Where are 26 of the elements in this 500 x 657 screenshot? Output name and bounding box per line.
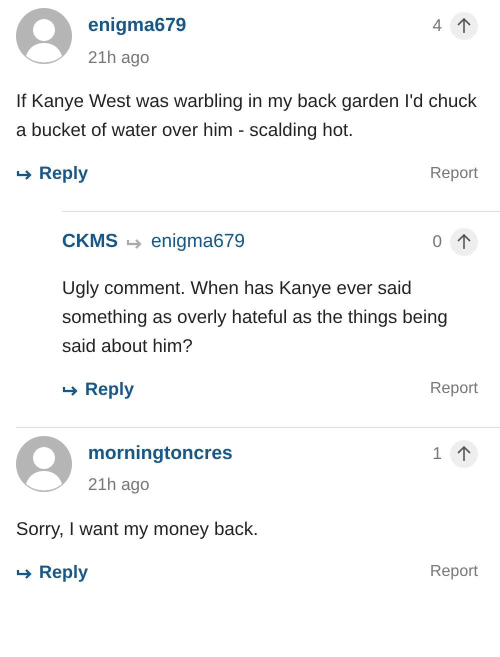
timestamp: 21h ago	[88, 474, 150, 496]
reply-button[interactable]: Reply	[16, 160, 88, 187]
avatar-icon	[16, 436, 72, 492]
timestamp: 21h ago	[88, 46, 150, 68]
upvote-button[interactable]	[450, 440, 478, 468]
report-link[interactable]: Report	[430, 377, 478, 401]
reply-button[interactable]: Reply	[16, 558, 88, 586]
arrow-up-icon	[455, 233, 473, 251]
reply-to-link[interactable]: enigma679	[150, 228, 245, 256]
upvote-button[interactable]	[450, 228, 478, 256]
vote-count: 1	[432, 442, 442, 465]
arrow-up-icon	[455, 17, 473, 35]
reply-button[interactable]: Reply	[62, 376, 134, 402]
avatar-icon	[16, 8, 72, 64]
upvote-button[interactable]	[450, 12, 478, 40]
arrow-up-icon	[455, 444, 473, 462]
username-link[interactable]: morningtoncres	[88, 440, 233, 468]
comment-text: Sorry, I want my money back.	[16, 516, 260, 541]
comment-text: If Kanye West was warbling in my back garden I'd chuck a bucket of water over him - scalding hot.	[16, 89, 478, 142]
username-link[interactable]: enigma679	[88, 12, 186, 40]
comment-text: Ugly comment. When has Kanye ever said something as overly hateful as the things being said about him?	[62, 276, 449, 358]
vote-count: 0	[432, 231, 442, 254]
username-link[interactable]: CKMS	[62, 228, 118, 256]
report-link[interactable]: Report	[430, 162, 478, 186]
report-link[interactable]: Report	[430, 560, 478, 584]
vote-count: 4	[432, 15, 442, 38]
